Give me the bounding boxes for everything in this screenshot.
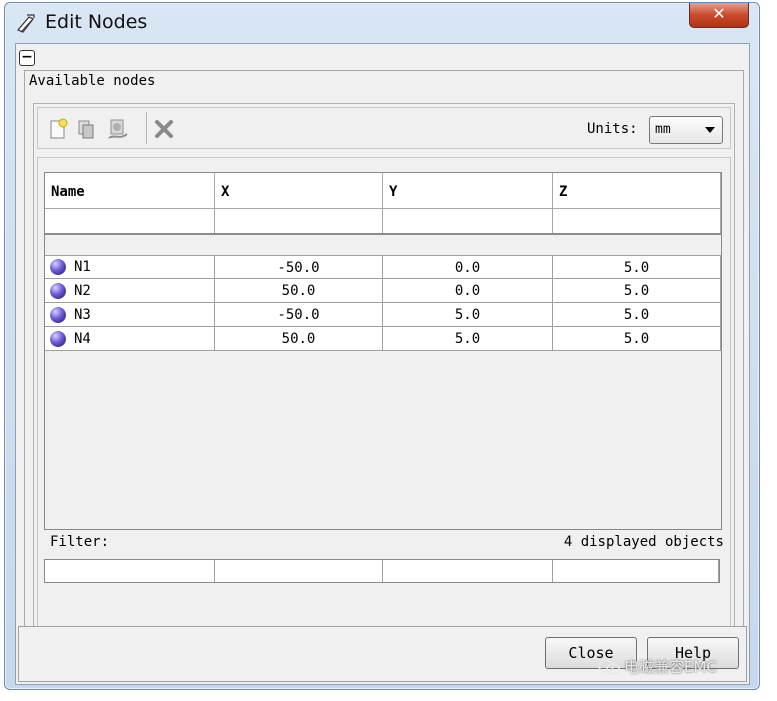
table-header: Name X Y Z <box>45 173 721 209</box>
units-dropdown[interactable]: mm <box>649 116 723 144</box>
y-filter-input[interactable] <box>383 209 553 233</box>
node-z-cell[interactable]: 5.0 <box>553 303 721 327</box>
table-row[interactable]: N1 -50.0 0.0 5.0 <box>45 255 721 279</box>
title-bar[interactable]: Edit Nodes ✕ <box>5 3 759 41</box>
node-y-cell[interactable]: 5.0 <box>383 327 553 351</box>
filter-input-x[interactable] <box>215 560 383 582</box>
bottom-filter-row <box>44 559 720 583</box>
node-name-cell[interactable]: N3 <box>45 303 215 327</box>
node-y-cell[interactable]: 0.0 <box>383 255 553 279</box>
table-row[interactable]: N3 -50.0 5.0 5.0 <box>45 303 721 327</box>
node-name-cell[interactable]: N4 <box>45 327 215 351</box>
node-sphere-icon <box>50 282 66 299</box>
delete-node-icon[interactable] <box>152 117 176 141</box>
window-close-button[interactable]: ✕ <box>689 3 749 28</box>
node-name: N2 <box>74 282 91 299</box>
column-filter-row <box>45 209 721 235</box>
node-z-cell[interactable]: 5.0 <box>553 327 721 351</box>
node-sphere-icon <box>50 259 66 275</box>
node-x-cell[interactable]: -50.0 <box>215 303 383 327</box>
filter-input-z[interactable] <box>553 560 719 582</box>
node-x-cell[interactable]: 50.0 <box>215 327 383 351</box>
name-filter-input[interactable] <box>45 209 215 233</box>
column-header-y[interactable]: Y <box>383 173 553 209</box>
node-sphere-icon <box>50 330 66 347</box>
node-sphere-icon <box>50 306 66 323</box>
node-name-cell[interactable]: N1 <box>45 255 215 279</box>
column-header-z[interactable]: Z <box>553 173 721 209</box>
node-x-cell[interactable]: -50.0 <box>215 255 383 279</box>
node-name-cell[interactable]: N2 <box>45 279 215 303</box>
node-name: N3 <box>74 306 91 323</box>
node-name: N4 <box>74 330 91 347</box>
table-row[interactable]: N4 50.0 5.0 5.0 <box>45 327 721 351</box>
node-z-cell[interactable]: 5.0 <box>553 279 721 303</box>
dialog-client-area: − Available nodes Units: mm Name X Y Z N… <box>15 43 750 685</box>
collapse-toggle-icon[interactable]: − <box>19 50 35 66</box>
available-nodes-group: Available nodes Units: mm Name X Y Z N1 … <box>24 70 744 648</box>
column-header-name[interactable]: Name <box>45 173 215 209</box>
chevron-down-icon <box>705 127 715 133</box>
node-y-cell[interactable]: 5.0 <box>383 303 553 327</box>
copy-node-icon[interactable] <box>74 117 98 141</box>
filter-input-name[interactable] <box>45 560 215 582</box>
watermark-text: 电磁兼容EMC <box>624 658 717 676</box>
z-filter-input[interactable] <box>553 209 721 233</box>
edit-nodes-app-icon <box>15 12 37 34</box>
node-z-cell[interactable]: 5.0 <box>553 255 721 279</box>
wechat-icon <box>598 658 620 675</box>
node-x-cell[interactable]: 50.0 <box>215 279 383 303</box>
column-header-x[interactable]: X <box>215 173 383 209</box>
displayed-objects-count: 4 displayed objects <box>563 534 724 550</box>
window-title: Edit Nodes <box>45 11 148 33</box>
nodes-panel: Units: mm Name X Y Z N1 -50.0 0.0 5.0 N2… <box>33 103 735 639</box>
filter-label: Filter: <box>50 534 110 550</box>
filter-input-y[interactable] <box>383 560 553 582</box>
x-filter-input[interactable] <box>215 209 383 233</box>
toolbar: Units: mm <box>37 107 731 149</box>
reorder-node-icon[interactable] <box>106 117 130 141</box>
group-title: Available nodes <box>29 73 156 89</box>
table-row[interactable]: N2 50.0 0.0 5.0 <box>45 279 721 303</box>
units-value: mm <box>655 122 671 137</box>
edit-nodes-window: Edit Nodes ✕ − Available nodes Units: mm… <box>4 2 760 690</box>
new-node-icon[interactable] <box>46 117 70 141</box>
units-label: Units: <box>587 121 638 137</box>
nodes-table: Name X Y Z N1 -50.0 0.0 5.0 N2 50.0 0.0 … <box>44 172 722 530</box>
nodes-table-container: Name X Y Z N1 -50.0 0.0 5.0 N2 50.0 0.0 … <box>37 157 731 637</box>
table-body: N1 -50.0 0.0 5.0 N2 50.0 0.0 5.0 N3 -50.… <box>45 255 721 351</box>
node-y-cell[interactable]: 0.0 <box>383 279 553 303</box>
toolbar-separator <box>146 112 147 144</box>
watermark: 电磁兼容EMC <box>598 656 717 677</box>
node-name: N1 <box>74 259 91 275</box>
